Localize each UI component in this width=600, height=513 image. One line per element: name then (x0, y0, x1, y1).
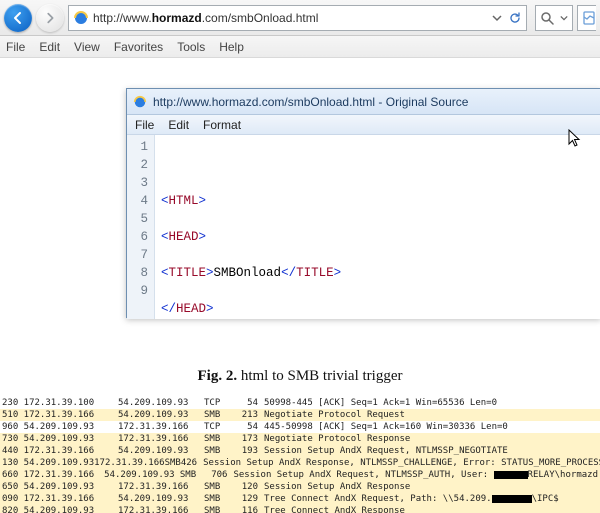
source-body: 123456789 <HTML> <HEAD> <TITLE>SMBOnload… (127, 135, 600, 319)
ie-logo-icon (73, 10, 89, 26)
redacted (492, 495, 532, 503)
menu-view[interactable]: View (74, 40, 100, 54)
page-area: http://www.hormazd.com/smbOnload.html - … (0, 58, 600, 346)
search-box[interactable] (535, 5, 573, 31)
source-code: <HTML> <HEAD> <TITLE>SMBOnload</TITLE> <… (155, 135, 600, 319)
right-tools (531, 5, 596, 31)
search-icon (540, 11, 554, 25)
menu-edit[interactable]: Edit (39, 40, 60, 54)
address-bar[interactable]: http://www.hormazd.com/smbOnload.html (68, 5, 527, 31)
code-line: </HEAD> (161, 300, 594, 318)
page-torn-icon (582, 11, 596, 25)
refresh-icon (509, 12, 521, 24)
ie-toolbar: http://www.hormazd.com/smbOnload.html (0, 0, 600, 36)
redacted (494, 471, 528, 479)
src-menu-format[interactable]: Format (203, 118, 241, 132)
chevron-down-icon (560, 14, 568, 22)
menu-file[interactable]: File (6, 40, 25, 54)
menu-favorites[interactable]: Favorites (114, 40, 163, 54)
address-text: http://www.hormazd.com/smbOnload.html (93, 11, 486, 25)
packet-row[interactable]: 820 54.209.109.93172.31.39.166SMB116Tree… (0, 505, 600, 513)
figure-caption: Fig. 2. html to SMB trivial trigger (0, 346, 600, 397)
packet-row[interactable]: 730 54.209.109.93172.31.39.166SMB173Nego… (0, 433, 600, 445)
src-menu-edit[interactable]: Edit (168, 118, 189, 132)
arrow-left-icon (10, 10, 26, 26)
code-line: <HTML> (161, 192, 594, 210)
source-menubar: File Edit Format (127, 115, 600, 135)
address-dropdown-button[interactable] (490, 11, 504, 25)
source-viewer-window: http://www.hormazd.com/smbOnload.html - … (126, 88, 600, 318)
code-line: <HEAD> (161, 228, 594, 246)
ie-menubar: File Edit View Favorites Tools Help (0, 36, 600, 58)
arrow-right-icon (43, 11, 57, 25)
refresh-button[interactable] (508, 11, 522, 25)
cursor-icon (568, 129, 584, 149)
packet-row[interactable]: 090 172.31.39.16654.209.109.93SMB129Tree… (0, 493, 600, 505)
packet-row[interactable]: 650 54.209.109.93172.31.39.166SMB120Sess… (0, 481, 600, 493)
src-menu-file[interactable]: File (135, 118, 154, 132)
packet-row[interactable]: 660 172.31.39.16654.209.109.93SMB706Sess… (0, 469, 600, 481)
packet-row[interactable]: 440 172.31.39.16654.209.109.93SMB193Sess… (0, 445, 600, 457)
packet-row[interactable]: 230 172.31.39.10054.209.109.93TCP5450998… (0, 397, 600, 409)
packet-row[interactable]: 510 172.31.39.16654.209.109.93SMB213Nego… (0, 409, 600, 421)
code-line (161, 156, 594, 174)
packet-capture: 230 172.31.39.10054.209.109.93TCP5450998… (0, 397, 600, 513)
menu-tools[interactable]: Tools (177, 40, 205, 54)
compatibility-button[interactable] (577, 5, 596, 31)
forward-button[interactable] (36, 4, 64, 32)
source-title-text: http://www.hormazd.com/smbOnload.html - … (153, 95, 468, 109)
line-gutter: 123456789 (127, 135, 155, 319)
packet-row[interactable]: 130 54.209.109.93172.31.39.166SMB426Sess… (0, 457, 600, 469)
ie-logo-icon (133, 95, 147, 109)
root: { "ie": { "url_prefix": "http://www.", "… (0, 0, 600, 513)
code-line: <TITLE>SMBOnload</TITLE> (161, 264, 594, 282)
packet-row[interactable]: 960 54.209.109.93172.31.39.166TCP54445-5… (0, 421, 600, 433)
back-button[interactable] (4, 4, 32, 32)
source-titlebar: http://www.hormazd.com/smbOnload.html - … (127, 89, 600, 115)
menu-help[interactable]: Help (219, 40, 244, 54)
chevron-down-icon (492, 13, 502, 23)
